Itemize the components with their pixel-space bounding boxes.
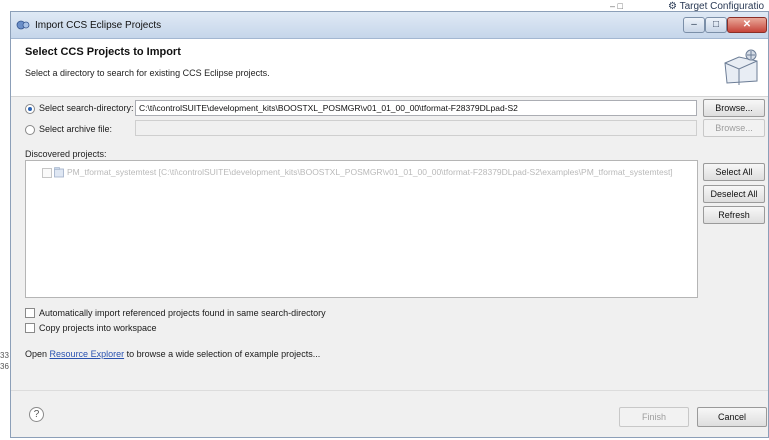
- project-entry-text: PM_tformat_systemtest [C:\ti\controlSUIT…: [67, 167, 673, 177]
- project-checkbox[interactable]: [42, 168, 52, 178]
- auto-import-checkbox[interactable]: [25, 308, 35, 318]
- ccs-project-icon: [54, 167, 64, 178]
- browse-directory-button[interactable]: Browse...: [703, 99, 765, 117]
- footer-separator: [11, 390, 768, 391]
- import-dialog: Import CCS Eclipse Projects – □ ✕ Select…: [10, 11, 769, 438]
- import-projects-banner-icon: [724, 49, 758, 85]
- resource-hint-prefix: Open: [25, 349, 48, 359]
- search-directory-field[interactable]: C:\ti\controlSUITE\development_kits\BOOS…: [135, 100, 697, 116]
- copy-into-workspace-checkbox[interactable]: [25, 323, 35, 333]
- search-directory-label: Select search-directory:: [39, 103, 134, 113]
- cancel-button[interactable]: Cancel: [697, 407, 767, 427]
- finish-button[interactable]: Finish: [619, 407, 689, 427]
- search-directory-radio[interactable]: [25, 104, 35, 114]
- resource-explorer-link[interactable]: Resource Explorer: [50, 349, 125, 359]
- maximize-button[interactable]: □: [705, 17, 727, 33]
- background-left-edge: 33 36: [0, 350, 10, 380]
- dialog-title: Import CCS Eclipse Projects: [35, 20, 162, 31]
- maximize-icon: □: [712, 19, 720, 30]
- resource-hint-suffix: to browse a wide selection of example pr…: [126, 349, 321, 359]
- browse-archive-button[interactable]: Browse...: [703, 119, 765, 137]
- select-all-button[interactable]: Select All: [703, 163, 765, 181]
- minimize-icon: –: [691, 19, 697, 30]
- archive-file-option[interactable]: Select archive file:: [25, 122, 145, 138]
- help-icon[interactable]: ?: [29, 407, 44, 422]
- wizard-page-title: Select CCS Projects to Import: [25, 46, 181, 58]
- archive-file-field[interactable]: [135, 120, 697, 136]
- deselect-all-button[interactable]: Deselect All: [703, 185, 765, 203]
- project-list-item[interactable]: PM_tformat_systemtest [C:\ti\controlSUIT…: [42, 166, 692, 180]
- copy-into-workspace-label[interactable]: Copy projects into workspace: [39, 323, 157, 333]
- archive-file-radio[interactable]: [25, 125, 35, 135]
- close-button[interactable]: ✕: [727, 17, 767, 33]
- wizard-header: Select CCS Projects to Import Select a d…: [11, 39, 768, 97]
- refresh-button[interactable]: Refresh: [703, 206, 765, 224]
- wizard-page-description: Select a directory to search for existin…: [25, 68, 270, 78]
- background-edge-text: 36: [0, 362, 9, 371]
- project-name: PM_tformat_systemtest: [67, 167, 157, 177]
- discovered-projects-label: Discovered projects:: [25, 149, 107, 159]
- close-icon: ✕: [742, 19, 752, 30]
- project-path: [C:\ti\controlSUITE\development_kits\BOO…: [158, 167, 673, 177]
- minimize-button[interactable]: –: [683, 17, 705, 33]
- background-window-controls[interactable]: – □: [610, 1, 623, 11]
- resource-explorer-hint: Open Resource Explorer to browse a wide …: [25, 349, 320, 359]
- discovered-projects-list[interactable]: PM_tformat_systemtest [C:\ti\controlSUIT…: [25, 160, 698, 298]
- eclipse-ccs-icon: [16, 20, 30, 30]
- auto-import-label[interactable]: Automatically import referenced projects…: [39, 308, 326, 318]
- dialog-titlebar[interactable]: Import CCS Eclipse Projects – □ ✕: [11, 12, 768, 39]
- archive-file-label: Select archive file:: [39, 124, 113, 134]
- background-edge-text: 33: [0, 351, 9, 360]
